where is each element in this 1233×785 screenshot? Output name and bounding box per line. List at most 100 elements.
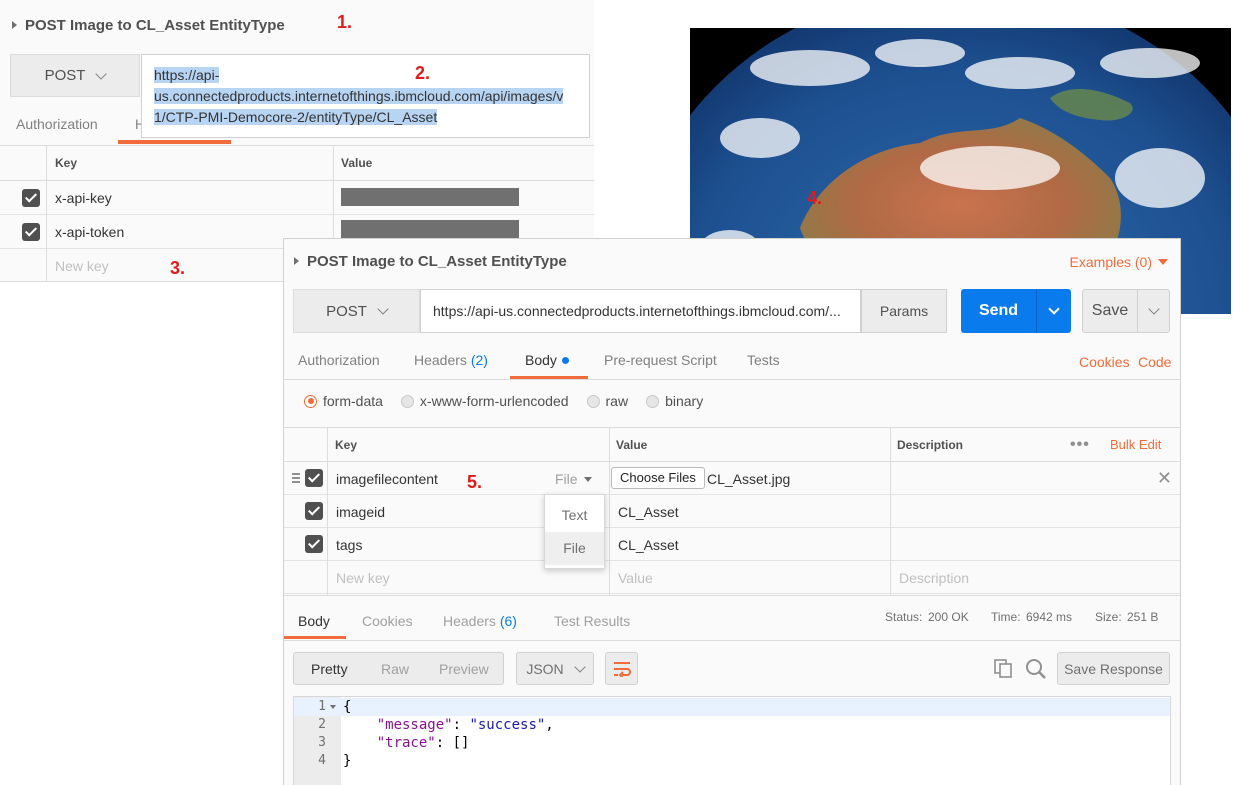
radio-form-data[interactable]: form-data [304,393,383,409]
resp-tab-cookies[interactable]: Cookies [362,613,413,629]
caret-down-icon [1158,259,1168,265]
method-select[interactable]: POST [293,289,420,333]
code-text: "trace": [] [343,734,470,752]
active-response-tab-indicator [284,636,346,639]
close-icon[interactable]: ✕ [1157,468,1172,489]
menu-item-file[interactable]: File [545,532,604,565]
status-label: Status: [885,610,923,624]
annotation-1: 1. [337,12,353,32]
form-key[interactable]: tags [336,537,362,553]
new-key-input[interactable]: New key [336,570,390,586]
code-link[interactable]: Code [1138,354,1171,370]
radio-binary[interactable]: binary [646,393,703,409]
wrap-lines-button[interactable] [605,652,638,685]
tab-authorization[interactable]: Authorization [298,352,380,368]
examples-dropdown[interactable]: Examples (0) [1070,254,1168,270]
caret-right-icon[interactable] [12,21,17,29]
col-value: Value [616,438,648,452]
resp-tab-body[interactable]: Body [298,613,330,629]
new-key-input[interactable]: New key [55,258,109,274]
resp-tab-test-results[interactable]: Test Results [554,613,630,629]
back-tab-authorization[interactable]: Authorization [16,116,98,132]
type-select[interactable]: File [555,471,592,487]
resp-tab-headers-count: (6) [499,613,517,629]
header-key[interactable]: x-api-key [55,190,112,206]
drag-handle-icon[interactable] [292,473,300,485]
request-header[interactable]: POST Image to CL_Asset EntityType [284,239,1180,283]
more-icon[interactable]: ••• [1070,436,1090,454]
view-preview[interactable]: Preview [439,661,489,677]
back-active-tab-indicator [118,140,231,144]
json-comma: , [545,717,554,733]
response-body-editor[interactable]: 1 { 2 "message": "success", 3 "trace": [… [293,696,1171,785]
back-request-header[interactable]: POST Image to CL_Asset EntityType [0,0,594,50]
view-raw[interactable]: Raw [381,661,409,677]
form-value[interactable]: CL_Asset [618,504,679,520]
annotation-3: 3. [170,258,186,278]
back-headers-table-header: Key Value [0,146,594,181]
row-checkbox[interactable] [305,535,323,553]
new-value-input[interactable]: Value [618,570,653,586]
form-key[interactable]: imageid [336,504,385,520]
copy-icon[interactable] [993,658,1013,678]
choose-files-button[interactable]: Choose Files [611,467,705,489]
col-description: Description [897,438,964,452]
form-key[interactable]: imagefilecontent [336,471,438,487]
send-button[interactable]: Send [961,289,1071,333]
bulk-edit-link[interactable]: Bulk Edit [1110,437,1161,452]
tab-body-label: Body [525,352,557,368]
row-checkbox[interactable] [22,189,40,207]
code-line: 3 "trace": [] [294,734,1170,752]
form-value[interactable]: CL_Asset [618,537,679,553]
row-checkbox[interactable] [22,223,40,241]
radio-binary-label: binary [665,393,704,409]
menu-item-text[interactable]: Text [545,499,604,532]
search-icon[interactable] [1025,658,1047,680]
row-checkbox[interactable] [305,469,323,487]
line-number: 4 [318,753,326,768]
code-text: { [343,699,352,715]
back-method-select[interactable]: POST [10,54,140,97]
tab-headers-label: Headers [414,352,467,368]
back-method-label: POST [44,67,86,84]
tab-tests[interactable]: Tests [747,352,780,368]
tab-prerequest-script[interactable]: Pre-request Script [604,352,717,368]
new-description-input[interactable]: Description [899,570,969,586]
time-label: Time: [991,610,1021,624]
tab-headers-count: (2) [470,352,488,368]
save-button[interactable]: Save [1082,289,1170,333]
radio-dot [400,394,414,408]
code-line: 1 { [294,698,1170,716]
row-checkbox[interactable] [305,502,323,520]
tab-body[interactable]: Body [525,352,569,368]
save-options-button[interactable] [1138,303,1169,315]
caret-down-icon [583,476,592,482]
json-sep: : [452,717,470,733]
save-label: Save [1091,302,1129,319]
format-select[interactable]: JSON [516,652,594,685]
chevron-down-icon [95,67,108,80]
chevron-down-icon [1048,303,1060,315]
json-sep: : [435,735,453,751]
line-number: 1 [318,699,326,714]
send-label: Send [978,302,1019,319]
url-popup[interactable]: https://api- us.connectedproducts.intern… [141,54,590,138]
radio-dot [586,394,600,408]
examples-label: Examples (0) [1069,254,1152,270]
fold-icon[interactable] [330,705,336,709]
radio-raw[interactable]: raw [586,393,628,409]
tab-headers[interactable]: Headers (2) [414,352,488,368]
wrap-lines-icon [613,661,631,677]
send-options-button[interactable] [1037,303,1071,315]
resp-tab-headers[interactable]: Headers (6) [443,613,517,629]
save-response-button[interactable]: Save Response [1057,652,1170,685]
params-button[interactable]: Params [861,289,947,333]
method-label: POST [326,302,367,320]
view-pretty[interactable]: Pretty [311,661,348,677]
table-row: x-api-key [0,181,594,215]
cookies-link[interactable]: Cookies [1079,354,1130,370]
header-key[interactable]: x-api-token [55,224,124,240]
caret-right-icon[interactable] [294,257,299,265]
radio-urlencoded[interactable]: x-www-form-urlencoded [400,393,569,409]
url-input[interactable]: https://api-us.connectedproducts.interne… [420,289,861,333]
